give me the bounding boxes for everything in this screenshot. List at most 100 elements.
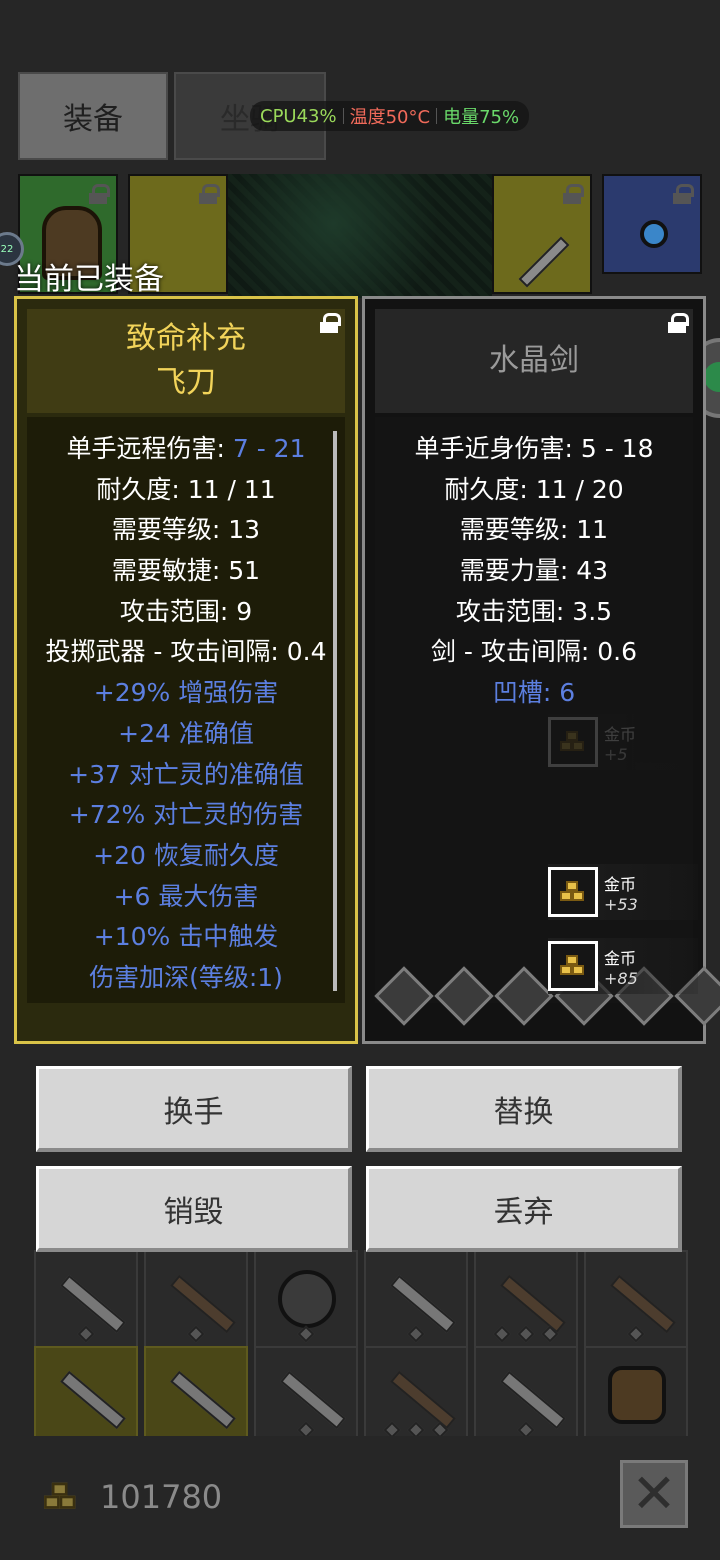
socket-icon (187, 1325, 205, 1343)
toast-amount: +85 (604, 968, 638, 988)
stat-line: 单手远程伤害: 7 - 21 (27, 429, 345, 470)
item-title: 水晶剑 (375, 309, 693, 413)
halberd-icon (280, 1370, 346, 1430)
item-title: 致命补充 飞刀 (27, 309, 345, 413)
stat-line: 剑 - 攻击间隔: 0.6 (430, 637, 638, 667)
sword-icon (60, 1274, 126, 1334)
item-stats: 单手近身伤害: 5 - 18 耐久度: 11 / 20 需要等级: 11 需要力… (375, 429, 693, 714)
equip-slot-amulet[interactable] (602, 174, 702, 274)
inventory-slot[interactable] (584, 1250, 688, 1348)
stat-line: 攻击范围: 3.5 (455, 596, 613, 626)
item-stats: 单手远程伤害: 7 - 21 耐久度: 11 / 11 需要等级: 13 需要敏… (27, 429, 345, 999)
toast-title: 金币 (604, 874, 637, 894)
item-name-line1: 致命补充 (126, 321, 246, 356)
inventory-slot[interactable] (364, 1346, 468, 1444)
inventory-slot[interactable] (474, 1250, 578, 1348)
toast-amount: +53 (604, 894, 638, 914)
socket-line: 凹槽: 6 (492, 678, 576, 708)
drop-button[interactable]: 丢弃 (366, 1166, 682, 1252)
lock-icon[interactable] (319, 313, 341, 337)
stat-line: 需要等级: 13 (111, 515, 261, 545)
inventory-slot[interactable] (34, 1250, 138, 1348)
tab-equipment[interactable]: 装备 (18, 72, 168, 160)
inventory-slot[interactable] (254, 1346, 358, 1444)
bonus-line: +24 准确值 (118, 718, 254, 748)
mace-icon (170, 1274, 236, 1334)
temperature-readout: 温度50°C (349, 107, 431, 128)
bow-icon (500, 1274, 566, 1334)
stat-line: 需要敏捷: 51 (111, 556, 261, 586)
gold-coin-icon (548, 717, 598, 767)
inventory-slot[interactable] (34, 1346, 138, 1444)
inventory-slot[interactable] (584, 1346, 688, 1444)
swap-hand-button[interactable]: 换手 (36, 1066, 352, 1152)
toast-title: 金币 (604, 948, 637, 968)
lock-icon (198, 184, 220, 204)
armor-icon (608, 1366, 666, 1424)
empty-socket-icon (494, 966, 554, 1026)
hud-divider (436, 108, 438, 124)
gold-coin-icon (44, 1482, 78, 1512)
equipped-item-panel: 致命补充 飞刀 单手远程伤害: 7 - 21 耐久度: 11 / 11 需要等级… (14, 296, 358, 1044)
item-stats-area[interactable]: 单手远程伤害: 7 - 21 耐久度: 11 / 11 需要等级: 13 需要敏… (27, 417, 345, 1003)
stat-line: 耐久度: 11 / 11 (96, 474, 276, 504)
stat-line: 需要等级: 11 (459, 515, 609, 545)
tab-equipment-label: 装备 (63, 102, 123, 137)
stat-label: 单手远程伤害: (66, 434, 233, 463)
item-name-line2: 飞刀 (156, 365, 216, 400)
toast-title: 金币 (604, 724, 637, 744)
performance-hud: CPU43% 温度50°C 电量75% (250, 101, 530, 131)
bonus-line: +29% 增强伤害 (93, 678, 279, 708)
destroy-button[interactable]: 销毁 (36, 1166, 352, 1252)
inventory-slot[interactable] (144, 1250, 248, 1348)
bonus-line: +6 最大伤害 (113, 881, 259, 911)
socket-icon (407, 1325, 425, 1343)
stat-line: 投掷武器 - 攻击间隔: 0.4 (45, 637, 327, 667)
sword-icon (60, 1370, 126, 1430)
cpu-readout: CPU43% (260, 105, 337, 127)
lock-icon (672, 184, 694, 204)
character-preview (228, 174, 492, 298)
lock-icon[interactable] (667, 313, 689, 337)
bonus-line: +20 恢复耐久度 (93, 840, 279, 870)
inventory-slot[interactable] (474, 1346, 578, 1444)
socket-icon (517, 1325, 535, 1343)
bonus-line: 伤害加深(等级:1) (89, 962, 283, 992)
bonus-line: +72% 对亡灵的伤害 (68, 800, 304, 830)
toast-amount: +5 (604, 744, 628, 764)
inventory-slot[interactable] (364, 1250, 468, 1348)
stat-line: 需要力量: 43 (459, 556, 609, 586)
crossbow-icon (610, 1274, 676, 1334)
close-icon: ✕ (631, 1462, 677, 1525)
hud-divider (342, 108, 344, 124)
inventory-slot[interactable] (144, 1346, 248, 1444)
equip-slot-offhand[interactable] (492, 174, 592, 294)
selected-item-panel: 水晶剑 单手近身伤害: 5 - 18 耐久度: 11 / 20 需要等级: 11… (362, 296, 720, 1044)
battery-readout: 电量75% (443, 107, 520, 128)
flail-icon (390, 1274, 456, 1334)
gold-amount: 101780 (100, 1478, 223, 1516)
bonus-line: +37 对亡灵的准确值 (68, 759, 304, 789)
inventory-slot[interactable] (254, 1250, 358, 1348)
socket-icon (77, 1325, 95, 1343)
axe-icon (518, 236, 570, 288)
lock-icon (88, 184, 110, 204)
replace-button[interactable]: 替换 (366, 1066, 682, 1152)
gold-pickup-toast: 金币 +85 (548, 938, 698, 994)
stat-line: 单手近身伤害: 5 - 18 (414, 434, 654, 463)
item-name: 水晶剑 (489, 343, 579, 378)
socket-icon (493, 1325, 511, 1343)
dagger-icon (500, 1370, 566, 1430)
gold-total: 101780 (44, 1478, 223, 1516)
socket-icon (297, 1325, 315, 1343)
amulet-icon (640, 220, 668, 248)
close-button[interactable]: ✕ (620, 1460, 688, 1528)
gold-coin-icon (548, 867, 598, 917)
scrollbar[interactable] (333, 431, 337, 991)
bonus-line: +10% 击中触发 (93, 922, 279, 952)
empty-socket-icon (434, 966, 494, 1026)
gold-coin-icon (548, 941, 598, 991)
socket-icon (627, 1325, 645, 1343)
equipped-label: 当前已装备 (14, 262, 164, 297)
gold-pickup-toast: 金币 +5 (548, 714, 698, 770)
